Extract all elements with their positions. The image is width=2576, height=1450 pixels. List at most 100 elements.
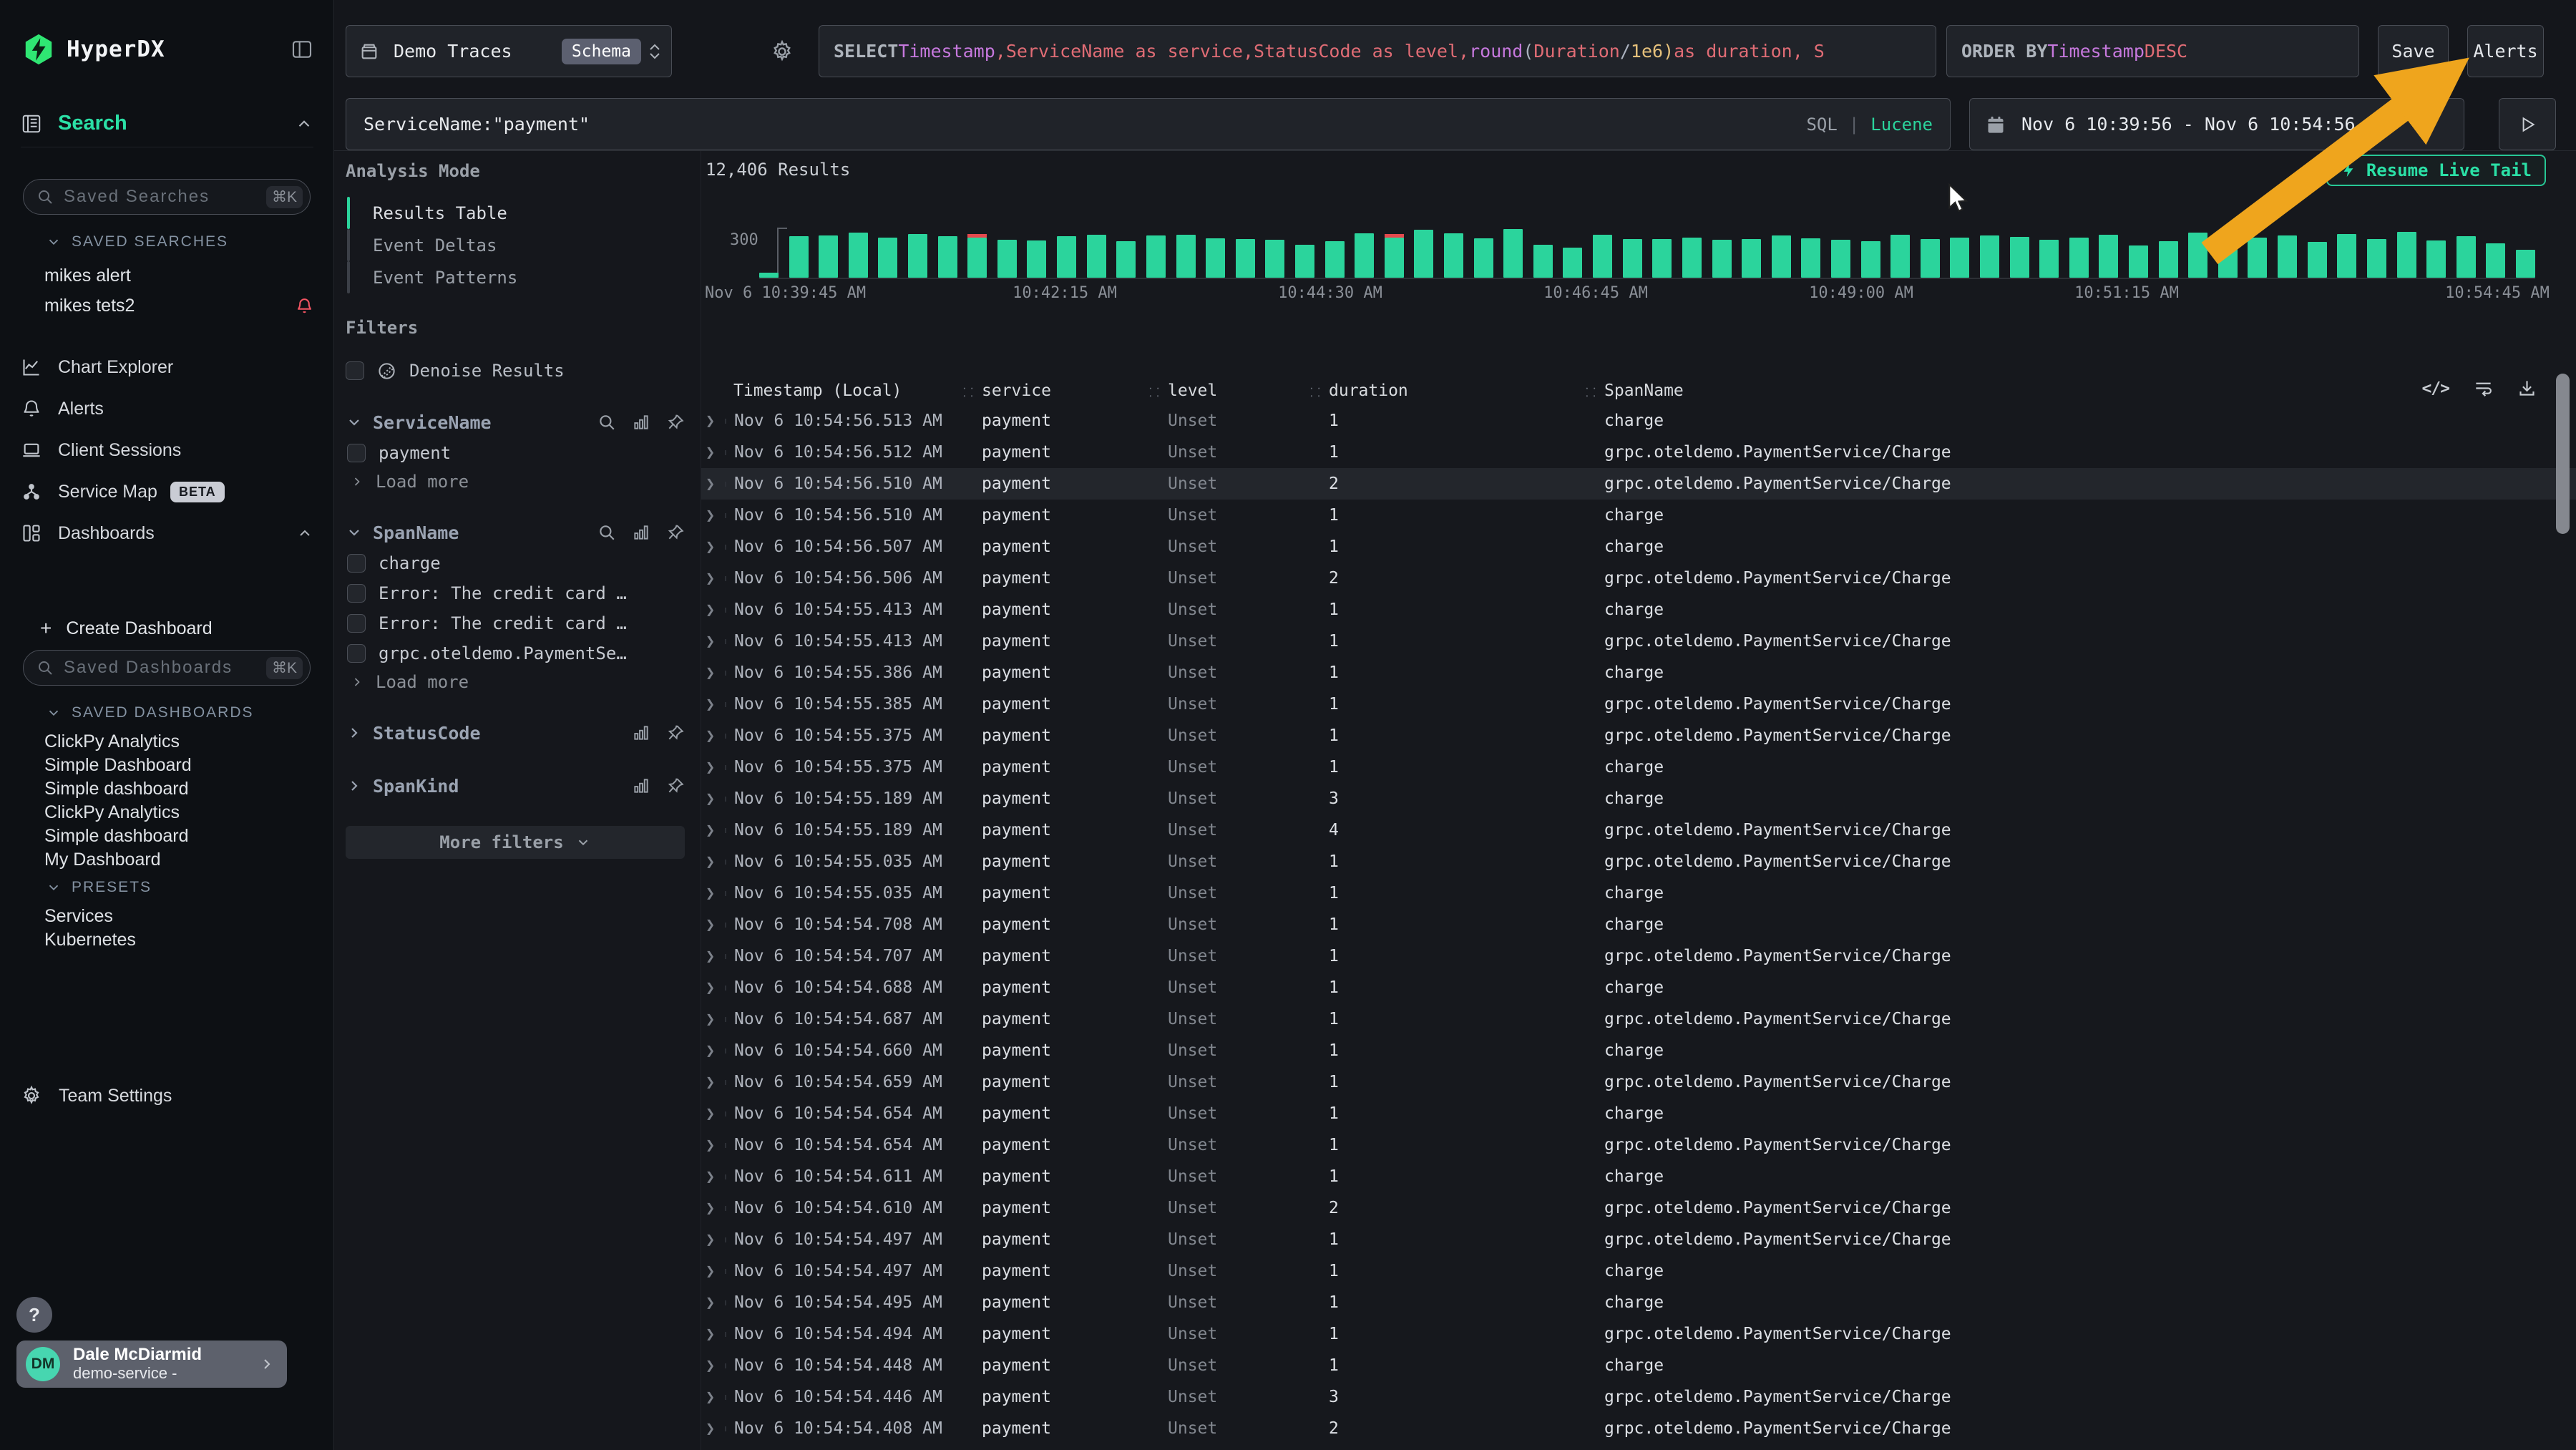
facet-checkbox[interactable]: [347, 554, 366, 573]
table-row[interactable]: ❯ Nov 6 10:54:55.035 AM payment Unset 1 …: [701, 877, 2576, 909]
table-row[interactable]: ❯ Nov 6 10:54:56.513 AM payment Unset 1 …: [701, 405, 2576, 437]
dashboard-item[interactable]: Simple dashboard: [0, 824, 333, 848]
histogram-bar[interactable]: [1742, 239, 1761, 278]
expand-row-icon[interactable]: ❯: [701, 538, 733, 556]
table-row[interactable]: ❯ Nov 6 10:54:54.688 AM payment Unset 1 …: [701, 972, 2576, 1003]
histogram-bar[interactable]: [1176, 235, 1196, 278]
denoise-results-toggle[interactable]: Denoise Results: [346, 356, 685, 385]
expand-row-icon[interactable]: ❯: [701, 790, 733, 808]
servicename-load-more[interactable]: Load more: [346, 468, 685, 495]
sidebar-item-client-sessions[interactable]: Client Sessions: [0, 438, 333, 462]
table-row[interactable]: ❯ Nov 6 10:54:55.189 AM payment Unset 4 …: [701, 814, 2576, 846]
expand-row-icon[interactable]: ❯: [701, 727, 733, 745]
drag-handle-icon[interactable]: ⸬: [1586, 384, 1596, 400]
histogram-bar[interactable]: [2337, 234, 2356, 278]
resume-live-tail-button[interactable]: Resume Live Tail: [2326, 155, 2546, 186]
facet-value-row[interactable]: Error: The credit card …: [346, 578, 685, 608]
histogram-bar[interactable]: [789, 236, 809, 278]
saved-dashboards-group[interactable]: SAVED DASHBOARDS: [46, 704, 333, 721]
expand-row-icon[interactable]: ❯: [701, 916, 733, 934]
expand-row-icon[interactable]: ❯: [701, 507, 733, 525]
table-row[interactable]: ❯ Nov 6 10:54:55.413 AM payment Unset 1 …: [701, 626, 2576, 657]
presets-group[interactable]: PRESETS: [46, 879, 333, 896]
expand-row-icon[interactable]: ❯: [701, 1262, 733, 1280]
sidebar-item-dashboards[interactable]: Dashboards: [0, 521, 333, 545]
scrollbar-thumb[interactable]: [2556, 374, 2570, 534]
sidebar-item-chart-explorer[interactable]: Chart Explorer: [0, 355, 333, 379]
table-row[interactable]: ❯ Nov 6 10:54:54.408 AM payment Unset 2 …: [701, 1413, 2576, 1444]
table-row[interactable]: ❯ Nov 6 10:54:54.497 AM payment Unset 1 …: [701, 1255, 2576, 1287]
help-button[interactable]: ?: [16, 1297, 52, 1333]
facet-checkbox[interactable]: [347, 644, 366, 663]
col-level[interactable]: ⸬level: [1168, 381, 1329, 400]
expand-row-icon[interactable]: ❯: [701, 570, 733, 588]
drag-handle-icon[interactable]: ⸬: [963, 384, 974, 400]
table-row[interactable]: ❯ Nov 6 10:54:54.494 AM payment Unset 1 …: [701, 1318, 2576, 1350]
histogram-bar[interactable]: [2069, 238, 2089, 278]
histogram-bar[interactable]: [1474, 238, 1493, 278]
denoise-checkbox[interactable]: [346, 361, 364, 380]
sql-columns-input[interactable]: SELECT Timestamp, ServiceName as service…: [819, 25, 1936, 77]
facet-spanname[interactable]: SpanName: [346, 517, 685, 548]
facet-pin-icon[interactable]: [666, 724, 685, 742]
expand-row-icon[interactable]: ❯: [701, 1137, 733, 1154]
histogram-bar[interactable]: [1682, 238, 1702, 278]
histogram-bar[interactable]: [1116, 241, 1136, 278]
sidebar-item-service-map[interactable]: Service Map BETA: [0, 480, 333, 504]
alerts-button[interactable]: Alerts: [2467, 25, 2544, 77]
sidebar-item-alerts[interactable]: Alerts: [0, 396, 333, 421]
drag-handle-icon[interactable]: ⸬: [1149, 384, 1160, 400]
histogram-bar[interactable]: [1921, 239, 1940, 278]
histogram-bar[interactable]: [878, 238, 897, 278]
save-button[interactable]: Save: [2378, 25, 2449, 77]
histogram-bar[interactable]: [2308, 242, 2327, 278]
facet-checkbox[interactable]: [347, 614, 366, 633]
facet-checkbox[interactable]: [347, 584, 366, 603]
saved-search-item[interactable]: mikes alert: [0, 261, 333, 291]
table-row[interactable]: ❯ Nov 6 10:54:54.497 AM payment Unset 1 …: [701, 1224, 2576, 1255]
histogram-bar[interactable]: [1563, 248, 1582, 278]
expand-row-icon[interactable]: ❯: [701, 822, 733, 840]
col-duration[interactable]: ⸬duration: [1329, 381, 1604, 400]
facet-chart-icon[interactable]: [632, 777, 650, 795]
table-row[interactable]: ❯ Nov 6 10:54:54.495 AM payment Unset 1 …: [701, 1287, 2576, 1318]
order-by-input[interactable]: ORDER BY Timestamp DESC: [1946, 25, 2359, 77]
facet-search-icon[interactable]: [597, 413, 616, 432]
dashboard-item[interactable]: My Dashboard: [0, 848, 333, 872]
query-language-toggle[interactable]: SQL | Lucene: [1806, 115, 1933, 135]
spanname-load-more[interactable]: Load more: [346, 668, 685, 696]
facet-chart-icon[interactable]: [632, 724, 650, 742]
analysis-mode-option[interactable]: Event Patterns: [347, 261, 685, 293]
table-row[interactable]: ❯ Nov 6 10:54:54.654 AM payment Unset 1 …: [701, 1129, 2576, 1161]
histogram-bar[interactable]: [1533, 245, 1553, 278]
saved-search-item[interactable]: mikes tets2: [0, 291, 333, 321]
expand-row-icon[interactable]: ❯: [701, 1200, 733, 1217]
dashboard-item[interactable]: Simple Dashboard: [0, 754, 333, 777]
source-settings-gear-icon[interactable]: [770, 39, 794, 64]
histogram-bar[interactable]: [1444, 233, 1463, 278]
histogram-bar[interactable]: [2516, 250, 2535, 278]
date-range-input[interactable]: Nov 6 10:39:56 - Nov 6 10:54:56: [1969, 98, 2464, 150]
histogram-bar[interactable]: [1652, 239, 1672, 278]
histogram-bar[interactable]: [1087, 235, 1106, 278]
table-row[interactable]: ❯ Nov 6 10:54:56.506 AM payment Unset 2 …: [701, 563, 2576, 594]
expand-row-icon[interactable]: ❯: [701, 1231, 733, 1249]
search-query-input[interactable]: ServiceName:"payment" SQL | Lucene: [346, 98, 1951, 150]
analysis-mode-option[interactable]: Event Deltas: [347, 229, 685, 261]
source-select[interactable]: Demo Traces Schema: [346, 25, 672, 77]
expand-row-icon[interactable]: ❯: [701, 1074, 733, 1091]
expand-row-icon[interactable]: ❯: [701, 885, 733, 902]
histogram-bar[interactable]: [2397, 232, 2416, 278]
facet-chart-icon[interactable]: [632, 523, 650, 542]
histogram-bar[interactable]: [997, 240, 1017, 278]
histogram-bar[interactable]: [1236, 239, 1255, 278]
table-row[interactable]: ❯ Nov 6 10:54:54.446 AM payment Unset 3 …: [701, 1381, 2576, 1413]
expand-row-icon[interactable]: ❯: [701, 1294, 733, 1312]
lang-lucene[interactable]: Lucene: [1870, 115, 1933, 135]
table-row[interactable]: ❯ Nov 6 10:54:54.707 AM payment Unset 1 …: [701, 940, 2576, 972]
facet-pin-icon[interactable]: [666, 413, 685, 432]
table-row[interactable]: ❯ Nov 6 10:54:55.189 AM payment Unset 3 …: [701, 783, 2576, 814]
table-row[interactable]: ❯ Nov 6 10:54:56.510 AM payment Unset 1 …: [701, 500, 2576, 531]
table-row[interactable]: ❯ Nov 6 10:54:54.687 AM payment Unset 1 …: [701, 1003, 2576, 1035]
histogram-bar[interactable]: [1414, 230, 1433, 278]
